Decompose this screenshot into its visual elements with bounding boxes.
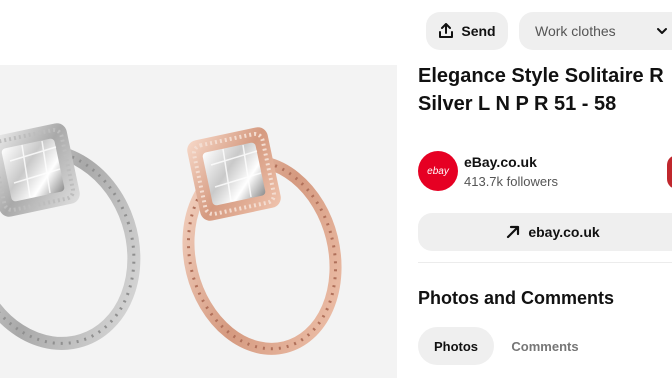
divider [418, 262, 672, 263]
pin-title-line2: Silver L N P R 51 - 58 [418, 93, 617, 115]
board-select-value: Work clothes [535, 23, 616, 39]
share-upload-icon [439, 23, 454, 38]
follow-button[interactable] [667, 155, 672, 189]
tab-photos[interactable]: Photos [418, 327, 494, 365]
tab-comments[interactable]: Comments [501, 327, 589, 365]
product-image[interactable] [0, 65, 397, 378]
send-label: Send [461, 23, 496, 39]
pin-details-pane: Send Work clothes Elegance Style Solitai… [405, 0, 672, 378]
tab-photos-label: Photos [433, 338, 479, 354]
pin-image-pane [0, 0, 405, 378]
pin-title-line1: Elegance Style Solitaire R [418, 65, 664, 87]
source-name[interactable]: eBay.co.uk [464, 154, 537, 170]
visit-site-label: ebay.co.uk [528, 224, 600, 240]
avatar[interactable]: ebay [418, 151, 458, 191]
follower-count: 413.7k followers [464, 174, 558, 189]
board-select[interactable]: Work clothes [519, 12, 672, 50]
pin-title: Elegance Style Solitaire R Silver L N P … [418, 62, 672, 118]
avatar-text: ebay [427, 165, 449, 177]
arrow-up-right-icon [507, 225, 520, 239]
rings-illustration [0, 123, 342, 355]
chevron-down-icon [657, 28, 667, 34]
visit-site-button[interactable]: ebay.co.uk [418, 213, 672, 251]
tab-comments-label: Comments [511, 338, 579, 354]
send-button[interactable]: Send [426, 12, 508, 50]
comments-section-heading: Photos and Comments [418, 288, 615, 308]
